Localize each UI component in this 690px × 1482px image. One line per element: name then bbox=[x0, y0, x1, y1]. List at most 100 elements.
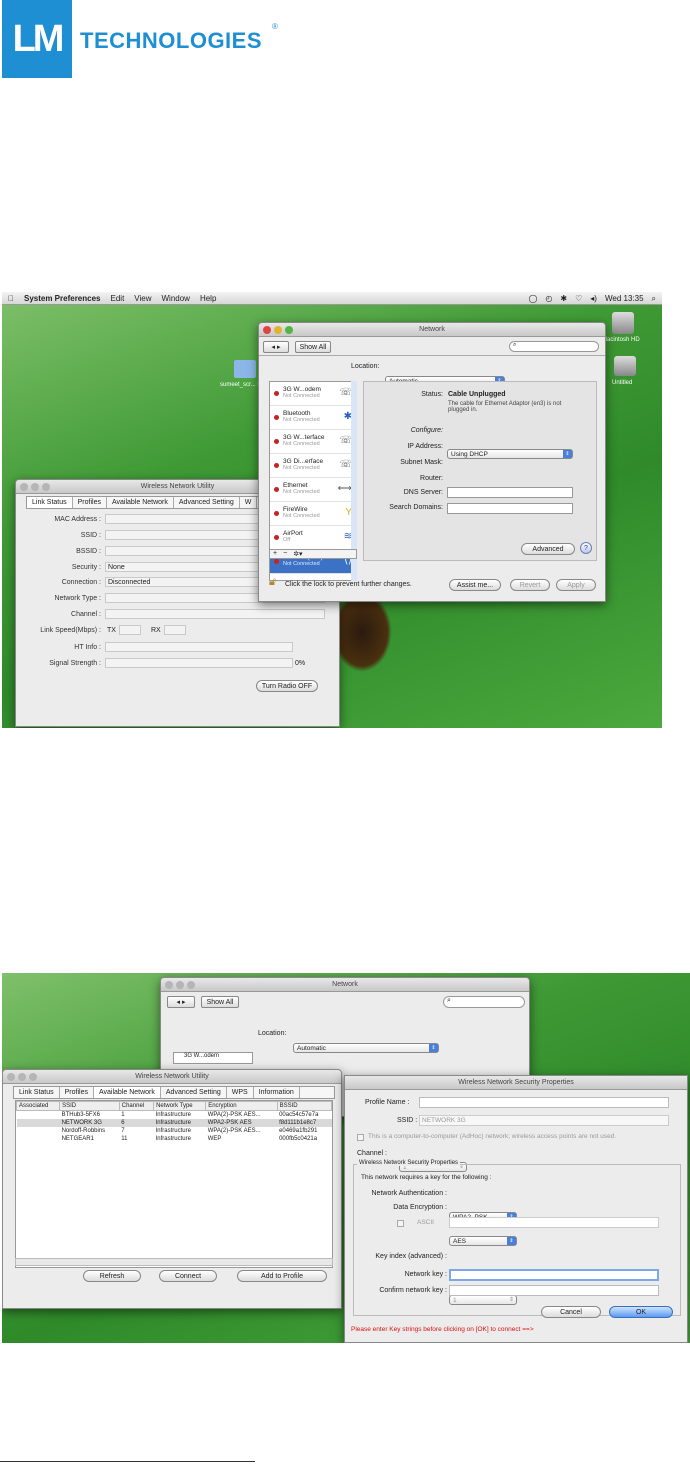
col-encryption[interactable]: Encryption bbox=[205, 1101, 278, 1111]
tx-value bbox=[118, 625, 141, 635]
minimize-button[interactable] bbox=[274, 326, 282, 334]
service-item[interactable]: Ethernet Not Connected ⟷ bbox=[270, 478, 356, 502]
show-all-button[interactable]: Show All bbox=[295, 341, 331, 353]
tab-information[interactable]: Information bbox=[254, 1087, 300, 1098]
adhoc-checkbox[interactable] bbox=[357, 1134, 364, 1141]
back-forward-buttons[interactable]: ◂ ▸ bbox=[167, 996, 195, 1008]
configure-popup[interactable]: Using DHCP ⇕ bbox=[447, 449, 573, 459]
col-network-type[interactable]: Network Type bbox=[153, 1101, 207, 1111]
security-titlebar[interactable]: Wireless Network Security Properties bbox=[345, 1076, 687, 1090]
tab-advanced-setting[interactable]: Advanced Setting bbox=[161, 1087, 227, 1098]
table-row[interactable]: BTHub3-5FX6 1 Infrastructure WPA(2)-PSK AES… bbox=[17, 1111, 332, 1120]
menu-edit[interactable]: Edit bbox=[111, 294, 125, 303]
assist-me-button[interactable]: Assist me... bbox=[449, 579, 501, 591]
untitled-drive-icon[interactable] bbox=[614, 356, 636, 376]
turn-radio-off-button[interactable]: Turn Radio OFF bbox=[256, 680, 318, 692]
tab-link-status[interactable]: Link Status bbox=[14, 1087, 60, 1098]
tab-available-network[interactable]: Available Network bbox=[107, 497, 174, 508]
advanced-button[interactable]: Advanced bbox=[521, 543, 575, 555]
table-row[interactable]: NETGEAR1 11 Infrastructure WEP 000fb5c0421a bbox=[17, 1135, 332, 1143]
tab-link-status[interactable]: Link Status bbox=[27, 497, 73, 508]
search-domains-field[interactable] bbox=[447, 503, 573, 514]
screenshot-network-prefs:  System Preferences Edit View Window He… bbox=[2, 292, 662, 728]
service-item[interactable]: 3G W...terface Not Connected ☏ bbox=[270, 430, 356, 454]
zoom-button[interactable] bbox=[187, 981, 195, 989]
service-item[interactable]: FireWire Not Connected Y bbox=[270, 502, 356, 526]
back-forward-buttons[interactable]: ◂ ▸ bbox=[263, 341, 289, 353]
close-button[interactable] bbox=[263, 326, 271, 334]
minimize-button[interactable] bbox=[31, 483, 39, 491]
zoom-button[interactable] bbox=[42, 483, 50, 491]
col-bssid[interactable]: BSSID bbox=[276, 1101, 333, 1111]
close-button[interactable] bbox=[7, 1073, 15, 1081]
network-titlebar[interactable]: Network bbox=[259, 323, 605, 337]
col-channel[interactable]: Channel bbox=[118, 1101, 155, 1111]
profile-name-input[interactable] bbox=[419, 1097, 669, 1108]
lock-icon[interactable]: 🔓︎ bbox=[269, 576, 276, 589]
network-titlebar[interactable]: Network bbox=[161, 978, 529, 992]
confirm-key-input[interactable] bbox=[449, 1285, 659, 1296]
ascii-field[interactable] bbox=[449, 1217, 659, 1228]
volume-icon[interactable]: ◂) bbox=[590, 294, 597, 303]
menu-clock[interactable]: Wed 13:35 bbox=[605, 294, 644, 303]
menu-app-name[interactable]: System Preferences bbox=[24, 294, 101, 303]
network-key-input[interactable] bbox=[449, 1269, 659, 1281]
zoom-button[interactable] bbox=[29, 1073, 37, 1081]
search-input[interactable]: ⌕ bbox=[443, 996, 525, 1008]
cancel-button[interactable]: Cancel bbox=[541, 1306, 601, 1318]
revert-button[interactable]: Revert bbox=[510, 579, 550, 591]
gear-icon[interactable]: ✲▾ bbox=[293, 550, 302, 558]
tab-profiles[interactable]: Profiles bbox=[73, 497, 107, 508]
hard-drive-icon[interactable] bbox=[612, 312, 634, 334]
menu-window[interactable]: Window bbox=[162, 294, 190, 303]
wifi-icon[interactable]: ♡ bbox=[575, 294, 582, 303]
location-popup[interactable]: Automatic⇕ bbox=[293, 1043, 439, 1053]
ascii-checkbox[interactable] bbox=[397, 1220, 404, 1227]
add-to-profile-button[interactable]: Add to Profile bbox=[237, 1270, 327, 1282]
minimize-button[interactable] bbox=[176, 981, 184, 989]
tab-wps[interactable]: W bbox=[240, 497, 258, 508]
col-associated[interactable]: Associated bbox=[15, 1101, 61, 1111]
table-row[interactable]: Nordoff-Robbins 7 Infrastructure WPA(2)-PSK… bbox=[17, 1127, 332, 1135]
minimize-button[interactable] bbox=[18, 1073, 26, 1081]
horizontal-scrollbar[interactable] bbox=[15, 1258, 333, 1266]
apply-button[interactable]: Apply bbox=[556, 579, 596, 591]
show-all-button[interactable]: Show All bbox=[201, 996, 239, 1008]
spotlight-icon[interactable]: ⌕ bbox=[652, 294, 656, 304]
tab-advanced-setting[interactable]: Advanced Setting bbox=[174, 497, 240, 508]
service-item[interactable]: Bluetooth Not Connected ✱ bbox=[270, 406, 356, 430]
search-input[interactable]: ⌕ bbox=[509, 341, 599, 352]
table-row-selected[interactable]: NETWORK 3G 6 Infrastructure WPA2-PSK AES f8d… bbox=[16, 1119, 332, 1127]
folder-icon[interactable] bbox=[234, 360, 256, 378]
remove-service-button[interactable]: − bbox=[283, 550, 287, 558]
dns-field[interactable] bbox=[447, 487, 573, 498]
tab-profiles[interactable]: Profiles bbox=[60, 1087, 94, 1098]
service-item[interactable]: 3G W...odem Not Connected ☏ bbox=[270, 382, 356, 406]
ssid-input[interactable]: NETWORK 3G bbox=[419, 1115, 669, 1126]
menu-view[interactable]: View bbox=[134, 294, 151, 303]
apple-menu-icon[interactable]:  bbox=[8, 294, 14, 303]
ok-button[interactable]: OK bbox=[609, 1306, 673, 1318]
tab-wps[interactable]: WPS bbox=[227, 1087, 254, 1098]
service-item[interactable]: AirPort Off ≋ bbox=[270, 526, 356, 550]
subnet-label: Subnet Mask: bbox=[400, 459, 443, 466]
spaces-icon[interactable]: ◯ bbox=[528, 294, 537, 303]
service-item[interactable]: 3G W...odem bbox=[173, 1052, 253, 1064]
tab-available-network[interactable]: Available Network bbox=[93, 1087, 161, 1098]
status-description: The cable for Ethernet Adaptor (en3) is … bbox=[448, 401, 562, 413]
add-service-button[interactable]: + bbox=[273, 550, 277, 558]
refresh-button[interactable]: Refresh bbox=[83, 1270, 141, 1282]
connect-button[interactable]: Connect bbox=[159, 1270, 217, 1282]
wnu-titlebar[interactable]: Wireless Network Utility bbox=[3, 1070, 341, 1084]
help-button[interactable]: ? bbox=[580, 542, 592, 554]
col-ssid[interactable]: SSID bbox=[59, 1101, 120, 1111]
encryption-select[interactable]: AES ⇕ bbox=[449, 1236, 517, 1246]
close-button[interactable] bbox=[20, 483, 28, 491]
zoom-button[interactable] bbox=[285, 326, 293, 334]
key-index-select[interactable]: 1 ⇕ bbox=[449, 1295, 517, 1305]
time-machine-icon[interactable]: ◴ bbox=[545, 294, 552, 303]
menu-help[interactable]: Help bbox=[200, 294, 216, 303]
service-item[interactable]: 3G Di...erface Not Connected ☏ bbox=[270, 454, 356, 478]
bluetooth-icon[interactable]: ✱ bbox=[560, 294, 567, 303]
close-button[interactable] bbox=[165, 981, 173, 989]
